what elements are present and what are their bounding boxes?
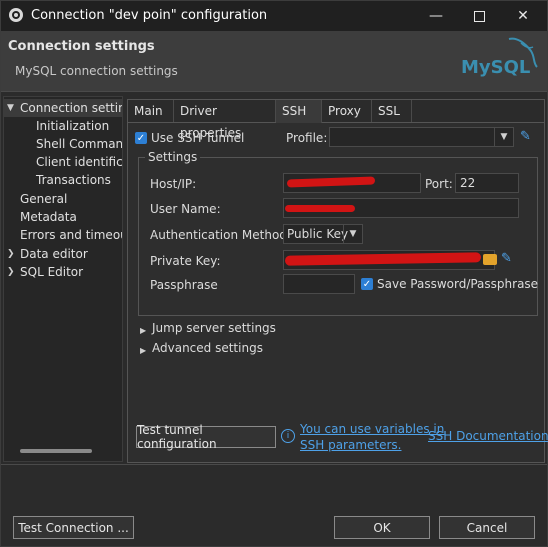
close-button[interactable]: ✕ (501, 1, 545, 31)
settings-tree[interactable]: ▼ Connection setting Initialization Shel… (3, 96, 123, 462)
passphrase-input[interactable] (283, 274, 355, 294)
private-key-label: Private Key: (150, 254, 221, 268)
variables-link-line1[interactable]: You can use variables in (300, 422, 444, 436)
profile-select[interactable]: ▼ (329, 127, 514, 147)
footer-separator (1, 464, 547, 465)
ok-button[interactable]: OK (334, 516, 430, 539)
cancel-button[interactable]: Cancel (439, 516, 535, 539)
tree-item-sql-editor[interactable]: ❯ SQL Editor (4, 263, 122, 281)
use-ssh-tunnel-checkbox[interactable]: ✓ (135, 132, 147, 144)
chevron-down-icon: ▼ (343, 225, 362, 243)
port-label: Port: (425, 177, 453, 191)
port-value: 22 (460, 176, 476, 190)
tab-ssl[interactable]: SSL (372, 100, 412, 122)
variables-link-line2[interactable]: SSH parameters. (300, 438, 402, 452)
chevron-down-icon: ▼ (494, 128, 513, 146)
caret-right-icon: ▶ (140, 326, 147, 335)
auth-method-select[interactable]: Public Key ▼ (283, 224, 363, 244)
tree-item-initialization[interactable]: Initialization (36, 117, 109, 135)
jump-server-label: Jump server settings (152, 321, 276, 335)
tree-item-label: Data editor (20, 247, 88, 261)
tree-item-errors-and-timeouts[interactable]: Errors and timeout (20, 226, 122, 244)
dbeaver-app-icon (9, 8, 23, 22)
header-subtitle: MySQL connection settings (15, 64, 178, 78)
collapsed-chevron-icon: ❯ (7, 267, 15, 277)
test-tunnel-button[interactable]: Test tunnel configuration (136, 423, 276, 451)
mysql-logo-text: MySQL (461, 57, 530, 78)
tree-item-client-identification[interactable]: Client identifica (36, 153, 122, 171)
dialog-content: ▼ Connection setting Initialization Shel… (1, 92, 548, 464)
dialog-header: Connection settings MySQL connection set… (1, 31, 547, 92)
info-icon: i (281, 429, 295, 443)
tab-main[interactable]: Main (128, 100, 174, 122)
advanced-settings-label: Advanced settings (152, 341, 263, 355)
auth-method-value: Public Key (287, 227, 349, 241)
tab-bar: Main Driver properties SSH Proxy SSL (128, 100, 544, 140)
auth-method-label: Authentication Method: (150, 228, 291, 242)
passphrase-label: Passphrase (150, 278, 218, 292)
window-title: Connection "dev poin" configuration (31, 8, 268, 23)
tree-item-metadata[interactable]: Metadata (20, 208, 77, 226)
redaction-mark (285, 205, 355, 212)
tab-ssh[interactable]: SSH (276, 100, 322, 123)
settings-panel: Main Driver properties SSH Proxy SSL ✓ U… (127, 99, 548, 463)
dialog-window: Connection "dev poin" configuration — ✕ … (0, 0, 548, 547)
tree-item-general[interactable]: General (20, 190, 67, 208)
dialog-footer: Test Connection ... OK Cancel (1, 464, 547, 546)
use-ssh-tunnel-label: Use SSH Tunnel (151, 131, 245, 145)
test-connection-button[interactable]: Test Connection ... (13, 516, 134, 539)
minimize-button[interactable]: — (414, 1, 458, 31)
checkmark-icon: ✓ (136, 132, 146, 144)
tree-item-transactions[interactable]: Transactions (36, 171, 111, 189)
save-password-checkbox[interactable]: ✓ (361, 278, 373, 290)
username-label: User Name: (150, 202, 221, 216)
settings-group-title: Settings (145, 150, 201, 164)
advanced-settings-expander[interactable]: ▶ Advanced settings (140, 341, 263, 356)
minimize-icon: — (429, 8, 443, 24)
close-icon: ✕ (517, 8, 529, 24)
collapsed-chevron-icon: ❯ (7, 249, 15, 259)
jump-server-expander[interactable]: ▶ Jump server settings (140, 321, 276, 336)
checkmark-icon: ✓ (362, 278, 372, 290)
maximize-icon (473, 10, 485, 22)
expanded-chevron-icon: ▼ (7, 103, 14, 113)
settings-group: Settings Host/IP: Port: 22 User Name: Au… (138, 150, 539, 316)
tree-item-data-editor[interactable]: ❯ Data editor (4, 245, 122, 263)
horizontal-scrollbar-thumb[interactable] (20, 449, 92, 453)
mysql-logo: MySQL (461, 37, 538, 78)
tree-item-label: Connection setting (20, 101, 123, 115)
tree-item-shell-command[interactable]: Shell Command (36, 135, 122, 153)
caret-right-icon: ▶ (140, 346, 147, 355)
maximize-button[interactable] (457, 1, 501, 31)
profile-label: Profile: (286, 131, 328, 145)
header-title: Connection settings (8, 39, 155, 54)
edit-key-pencil-icon[interactable]: ✎ (501, 251, 512, 266)
title-bar: Connection "dev poin" configuration — ✕ (1, 1, 547, 31)
folder-icon[interactable] (483, 254, 497, 265)
tree-item-connection-settings[interactable]: ▼ Connection setting (4, 99, 122, 117)
edit-profile-pencil-icon[interactable]: ✎ (520, 129, 531, 144)
ssh-documentation-link[interactable]: SSH Documentation (428, 429, 548, 443)
tab-driver-properties[interactable]: Driver properties (174, 100, 276, 140)
host-label: Host/IP: (150, 177, 197, 191)
tree-item-label: SQL Editor (20, 265, 84, 279)
tab-proxy[interactable]: Proxy (322, 100, 372, 122)
save-password-label: Save Password/Passphrase (377, 277, 539, 291)
port-input[interactable]: 22 (455, 173, 519, 193)
